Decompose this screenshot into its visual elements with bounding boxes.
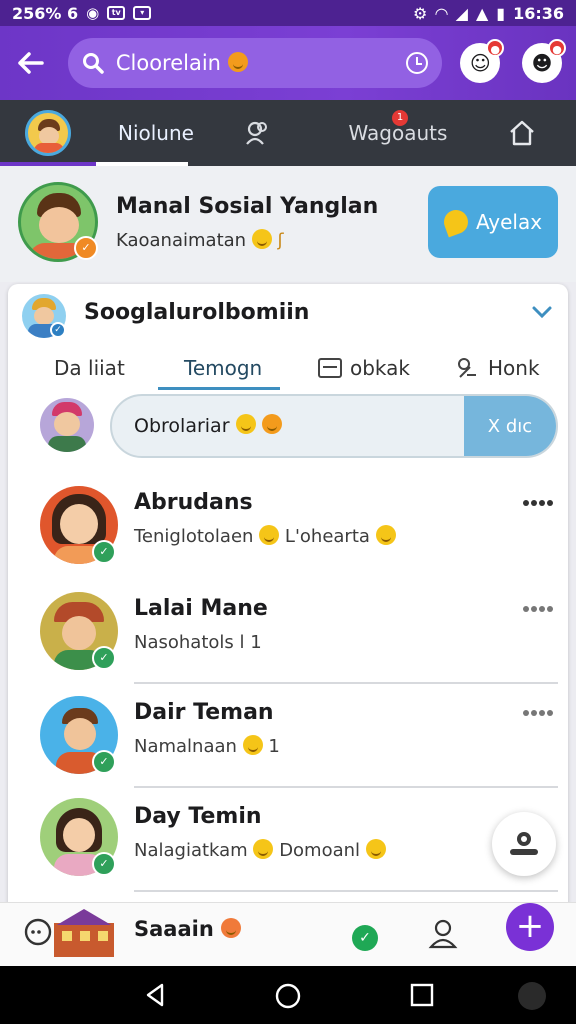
battery-icon: ▮ <box>496 3 506 23</box>
list-item[interactable]: ✓ Dair Teman Namalnaan 1 <box>8 684 568 788</box>
divider <box>134 890 558 892</box>
signal-2-icon: ▲ <box>475 3 489 23</box>
contact-name: Dair Teman <box>134 700 274 725</box>
house-illustration-icon <box>50 903 118 957</box>
assistant-icon[interactable] <box>518 982 546 1010</box>
filter-tabs: Da liiat Temogn obkak Honk <box>8 346 568 390</box>
status-text: 256% 6 <box>12 3 79 23</box>
list-item[interactable]: ✓ Lalai Mane Nasohatols l 1 <box>8 580 568 684</box>
notification-badge-2: ● <box>548 39 567 57</box>
verified-badge-icon: ✓ <box>92 750 116 774</box>
clock-time: 16:36 <box>513 3 564 23</box>
card-header: ✓ Sooglalurolbomiin <box>8 284 568 348</box>
history-icon[interactable] <box>406 52 429 74</box>
camera-button[interactable] <box>492 812 556 876</box>
tab-label: Niolune <box>118 121 194 145</box>
tab-home[interactable] <box>468 100 576 166</box>
signal-icon: ◢ <box>455 3 468 23</box>
app-icon: tv <box>107 6 126 20</box>
filter-temogn[interactable]: Temogn <box>157 346 281 390</box>
action-label: Ayelax <box>475 210 543 234</box>
filter-da-liiat[interactable]: Da liiat <box>54 346 125 390</box>
contact-name: Abrudans <box>134 490 253 515</box>
more-icon[interactable] <box>522 602 554 616</box>
compose-input[interactable]: Obrolariar X dıc <box>110 394 558 458</box>
system-nav-bar <box>0 966 576 1024</box>
link-icon <box>458 358 476 378</box>
back-nav-icon[interactable] <box>142 982 168 1008</box>
camera-icon <box>510 832 538 855</box>
verified-badge-icon: ✓ <box>92 646 116 670</box>
contact-name: Lalai Mane <box>134 596 268 621</box>
app-bar: Cloorelain ☺ ● ☻ ● <box>0 26 576 100</box>
list-icon <box>318 358 342 378</box>
list-item[interactable]: ✓ Abrudans Teniglotolaen L'ohearta <box>8 474 568 578</box>
home-icon <box>510 120 534 146</box>
contact-name: Day Temin <box>134 804 262 829</box>
chef-avatar-icon[interactable]: ☺ ● <box>460 39 505 83</box>
tab-bar: Niolune Wagoauts 1 <box>0 100 576 166</box>
list-item[interactable]: ✓ Day Temin Nalagiatkam Domoanl <box>8 788 568 892</box>
tab-people[interactable] <box>188 100 328 166</box>
profile-name: Manal Sosial Yanglan <box>116 194 379 219</box>
contact-message: Nalagiatkam Domoanl <box>134 839 386 861</box>
vibrate-icon: ⚙ <box>412 3 428 23</box>
hat-avatar-icon[interactable]: ☻ ● <box>522 39 567 83</box>
search-input[interactable]: Cloorelain <box>116 51 407 75</box>
mail-icon: ▾ <box>133 6 152 20</box>
add-button[interactable]: + <box>506 903 554 951</box>
tab-niolune[interactable]: Niolune <box>96 100 194 166</box>
wifi-icon: ◠ <box>435 3 448 23</box>
home-nav-icon[interactable] <box>274 982 302 1010</box>
contacts-card: ✓ Sooglalurolbomiin Da liiat Temogn obka… <box>8 284 568 924</box>
filter-obkak[interactable]: obkak <box>318 346 410 390</box>
tab-wagoauts[interactable]: Wagoauts 1 <box>328 100 468 166</box>
send-button[interactable]: X dıc <box>464 396 556 456</box>
verified-badge-icon: ✓ <box>74 236 98 260</box>
recents-nav-icon[interactable] <box>410 983 434 1007</box>
tab-profile-avatar[interactable] <box>0 100 96 166</box>
search-bar[interactable]: Cloorelain <box>67 38 443 88</box>
profile-header: ✓ Manal Sosial Yanglan Kaoanaimatan ʃ Ay… <box>0 166 576 282</box>
compose-row: Obrolariar X dıc <box>8 392 568 462</box>
chevron-down-icon[interactable] <box>530 300 554 324</box>
more-icon[interactable] <box>522 496 554 510</box>
contact-message: Namalnaan 1 <box>134 735 280 757</box>
chat-app-icon[interactable]: ✓ <box>352 925 378 951</box>
notification-badge: ● <box>486 39 505 57</box>
profile-subtitle: Kaoanaimatan ʃ <box>116 229 284 251</box>
status-bar: 256% 6 ◉ tv ▾ ⚙ ◠ ◢ ▲ ▮ 16:36 <box>0 0 576 26</box>
avatar <box>40 398 94 452</box>
verified-badge-icon: ✓ <box>92 852 116 876</box>
card-title: Sooglalurolbomiin <box>84 300 310 325</box>
bottom-bar: Saaain ✓ + <box>0 902 576 966</box>
action-button[interactable]: Ayelax <box>428 186 558 258</box>
search-icon <box>82 52 104 74</box>
more-icon[interactable] <box>522 706 554 720</box>
contact-message: Teniglotolaen L'ohearta <box>134 525 396 547</box>
people-icon <box>246 121 267 145</box>
tab-badge: 1 <box>392 110 408 126</box>
verified-badge-icon: ✓ <box>92 540 116 564</box>
filter-honk[interactable]: Honk <box>454 346 540 390</box>
user-icon[interactable] <box>426 917 460 951</box>
verified-badge-icon: ✓ <box>50 322 66 338</box>
avatar <box>25 110 71 156</box>
pencil-icon <box>440 206 472 238</box>
back-arrow-icon[interactable] <box>14 46 48 80</box>
contact-message: Nasohatols l 1 <box>134 632 262 653</box>
bottom-user-name: Saaain <box>134 917 242 941</box>
notification-icon: ◉ <box>86 4 100 22</box>
